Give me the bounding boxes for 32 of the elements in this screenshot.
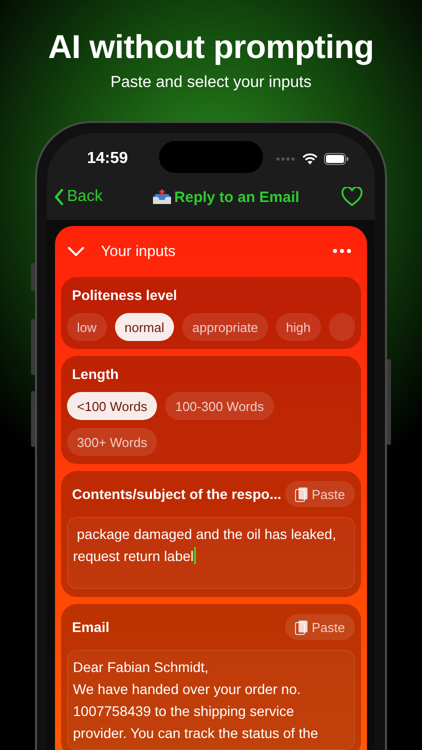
option-chip[interactable]: high xyxy=(276,313,321,341)
back-button[interactable]: Back xyxy=(53,188,103,206)
signal-icon xyxy=(276,156,296,160)
option-chip[interactable]: normal xyxy=(114,313,174,341)
text-cursor xyxy=(194,547,196,564)
text-field[interactable]: Dear Fabian Schmidt, We have handed over your order no. 1007758439 to the shipping service provider. You can track the status of the xyxy=(67,650,355,750)
clipboard-icon xyxy=(294,486,308,502)
subheadline: Paste and select your inputs xyxy=(110,74,312,92)
section-label: Contents/subject of the respo... xyxy=(71,486,282,502)
option-chip[interactable]: 300+ Words xyxy=(67,428,158,456)
clipboard-icon xyxy=(294,620,308,634)
inbox-tray-icon xyxy=(152,188,172,206)
wifi-icon xyxy=(302,152,318,164)
option-chip[interactable]: appropriate xyxy=(182,313,268,341)
screen-title: Reply to an Email xyxy=(174,188,300,206)
back-chevron-icon xyxy=(53,188,65,206)
heart-icon[interactable] xyxy=(341,187,363,207)
headline: AI without prompting xyxy=(48,28,374,66)
chevron-icon[interactable] xyxy=(67,245,85,257)
status-time: 14:59 xyxy=(87,150,128,168)
paste-button[interactable]: Paste xyxy=(284,614,355,640)
section-label: Length xyxy=(71,366,120,382)
section-label: Email xyxy=(71,619,110,635)
text-field[interactable]: package damaged and the oil has leaked, request return label xyxy=(67,517,355,589)
section-label: Politeness level xyxy=(71,287,178,303)
more-icon[interactable] xyxy=(333,249,351,253)
option-chip[interactable]: low xyxy=(67,313,107,341)
battery-icon xyxy=(324,152,349,164)
option-chip[interactable]: <100 Words xyxy=(67,392,158,420)
option-chip[interactable]: 100-300 Words xyxy=(165,392,274,420)
panel-title: Your inputs xyxy=(101,242,177,260)
paste-button[interactable]: Paste xyxy=(284,481,355,507)
